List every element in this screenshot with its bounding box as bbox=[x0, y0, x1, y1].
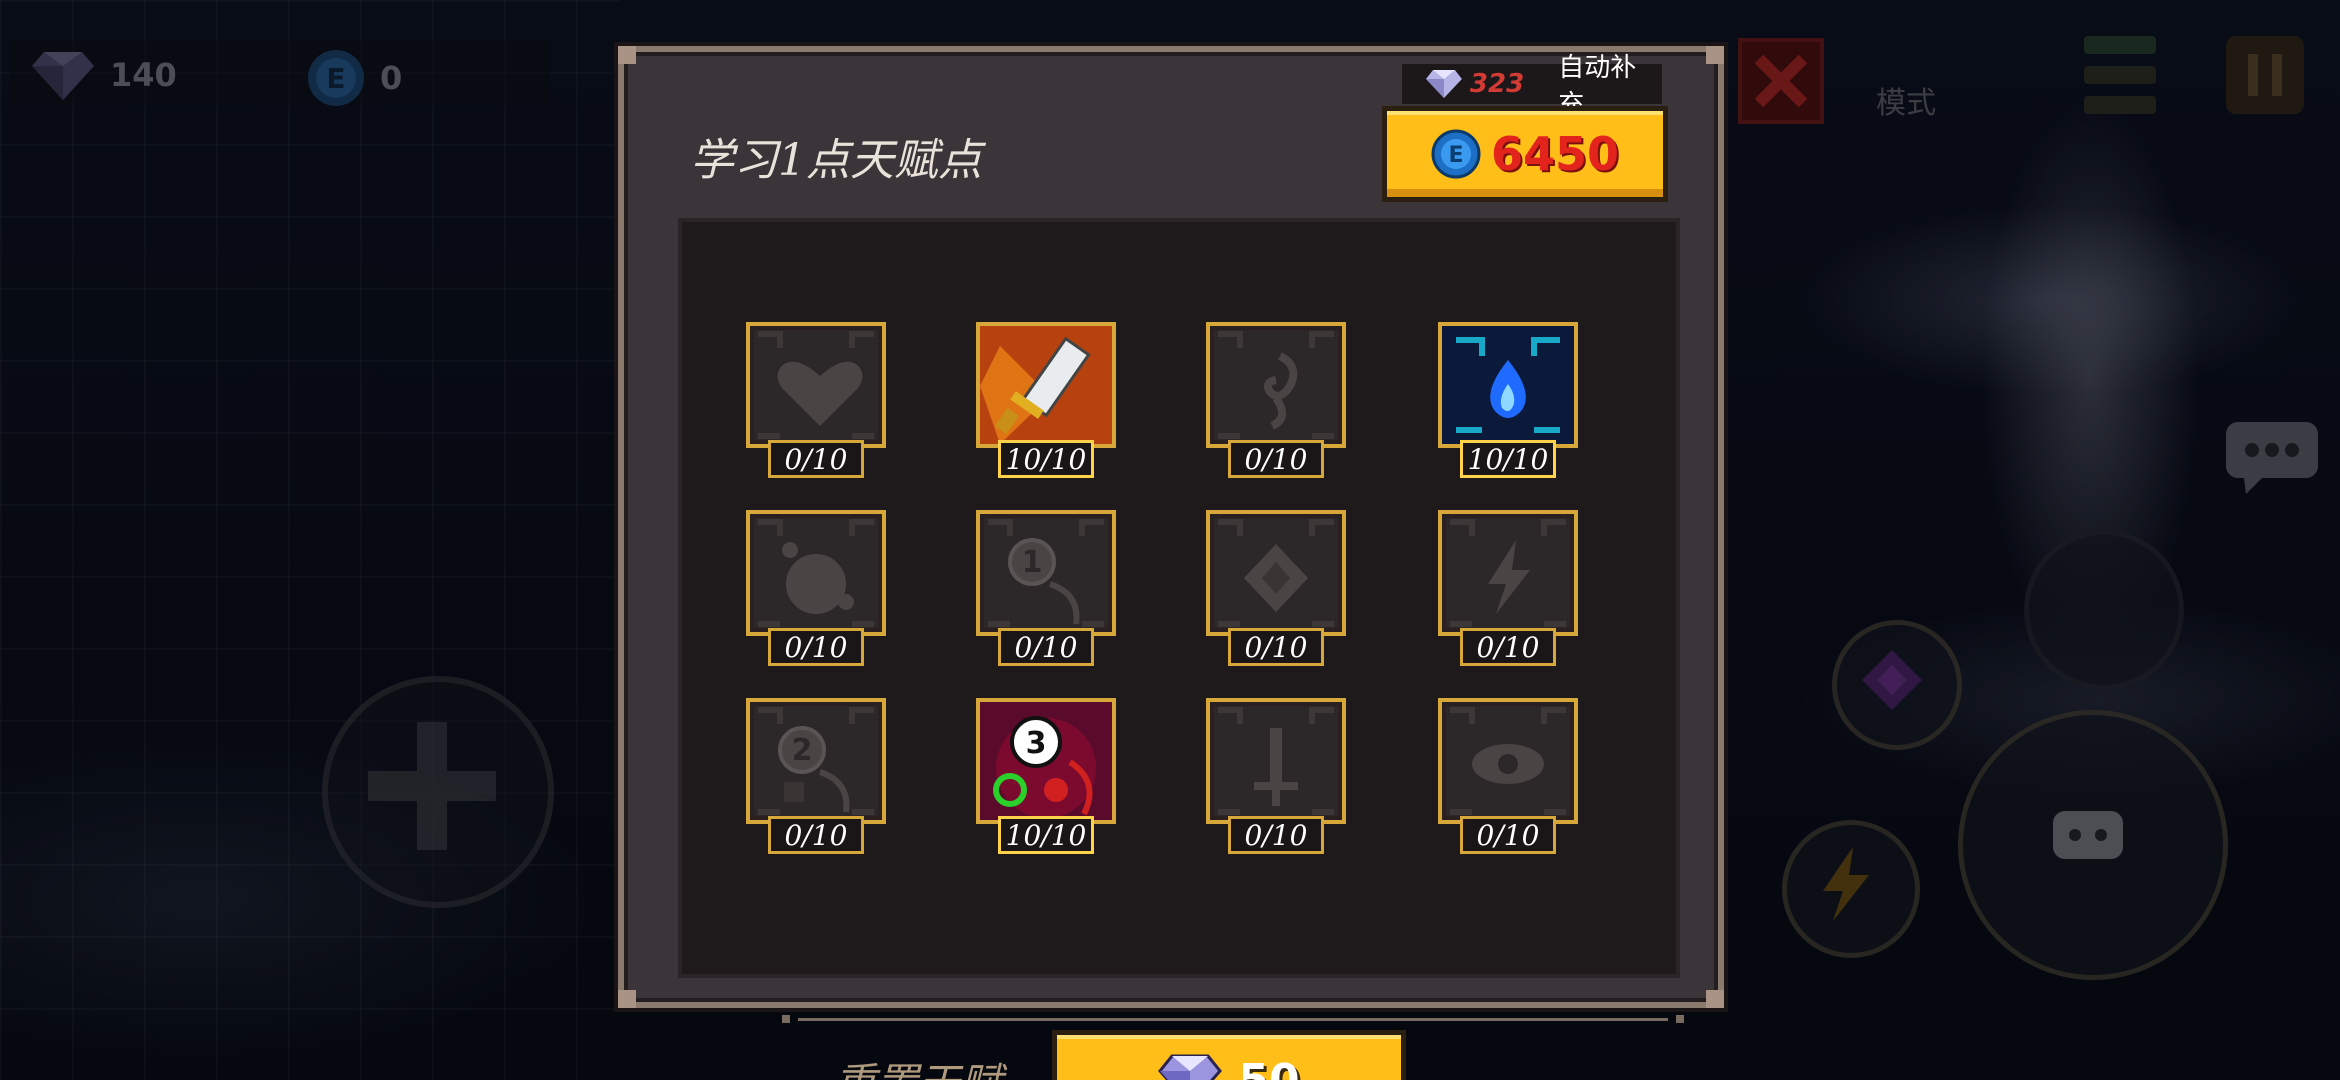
talent-icon-frame: 1 bbox=[976, 510, 1116, 636]
learn-cost: 6450 bbox=[1490, 127, 1620, 181]
talent-icon-frame: 3 bbox=[976, 698, 1116, 824]
talent-level-count: 0/10 bbox=[1228, 816, 1324, 854]
svg-text:2: 2 bbox=[792, 733, 813, 768]
talent-slot[interactable]: 0/10 bbox=[1206, 322, 1346, 478]
sword-icon bbox=[980, 326, 1112, 444]
talent-level-count: 0/10 bbox=[1460, 816, 1556, 854]
talent-icon-frame bbox=[1438, 698, 1578, 824]
modal-title: 学习1点天赋点 bbox=[690, 135, 982, 186]
coin-icon: E bbox=[1431, 129, 1481, 179]
eye-icon bbox=[1450, 707, 1566, 815]
talent-level-count: 10/10 bbox=[998, 440, 1094, 478]
svg-text:3: 3 bbox=[1026, 726, 1047, 761]
slot-three-icon: 3 bbox=[980, 702, 1112, 820]
talent-icon-frame bbox=[1438, 322, 1578, 448]
gem-icon bbox=[1425, 70, 1462, 98]
diamond-shield-icon bbox=[1218, 519, 1334, 627]
talent-level-count: 10/10 bbox=[1460, 440, 1556, 478]
learn-talent-button[interactable]: E 6450 bbox=[1382, 106, 1668, 202]
svg-text:E: E bbox=[1448, 143, 1463, 168]
talent-modal: 323 自动补充 学习1点天赋点 E 6450 0/10 10/10 0/10 10/… bbox=[618, 46, 1724, 1080]
talent-level-count: 10/10 bbox=[998, 816, 1094, 854]
talent-slot[interactable]: 0/10 bbox=[1438, 698, 1578, 854]
talent-slot[interactable]: 0/10 bbox=[746, 322, 886, 478]
talent-grid: 0/10 10/10 0/10 10/10 0/10 1 0/10 0/10 0/10 2 0/10… bbox=[678, 218, 1684, 1080]
talent-icon-frame bbox=[746, 322, 886, 448]
talent-icon-frame bbox=[1206, 698, 1346, 824]
swirl-icon bbox=[1218, 331, 1334, 439]
dagger-icon bbox=[1218, 707, 1334, 815]
section-divider bbox=[782, 1015, 1684, 1023]
lightning-icon bbox=[1450, 519, 1566, 627]
talent-slot[interactable]: 2 0/10 bbox=[746, 698, 886, 854]
talent-icon-frame bbox=[1438, 510, 1578, 636]
talent-level-count: 0/10 bbox=[1228, 440, 1324, 478]
talent-icon-frame bbox=[1206, 322, 1346, 448]
talent-level-count: 0/10 bbox=[768, 628, 864, 666]
talent-slot[interactable]: 0/10 bbox=[1438, 510, 1578, 666]
talent-level-count: 0/10 bbox=[1228, 628, 1324, 666]
talent-slot[interactable]: 10/10 bbox=[976, 322, 1116, 478]
autofill-bar[interactable]: 323 自动补充 bbox=[1402, 53, 1662, 120]
frame-corner bbox=[618, 46, 636, 64]
reset-talent-button[interactable]: 50 bbox=[1052, 1030, 1406, 1080]
talent-slot[interactable]: 0/10 bbox=[1206, 510, 1346, 666]
frame-corner bbox=[1706, 990, 1724, 1008]
blue-flame-icon bbox=[1442, 326, 1574, 444]
talent-level-count: 0/10 bbox=[768, 440, 864, 478]
frame-corner bbox=[1706, 46, 1724, 64]
talent-icon-frame bbox=[1206, 510, 1346, 636]
talent-slot[interactable]: 3 10/10 bbox=[976, 698, 1116, 854]
talent-icon-frame bbox=[976, 322, 1116, 448]
reset-talent-label: 重置天赋 bbox=[834, 1050, 1002, 1080]
talent-icon-frame: 2 bbox=[746, 698, 886, 824]
heart-icon bbox=[758, 331, 874, 439]
gem-icon bbox=[1158, 1054, 1223, 1080]
talent-level-count: 0/10 bbox=[768, 816, 864, 854]
talent-icon-frame bbox=[746, 510, 886, 636]
talent-slot[interactable]: 0/10 bbox=[1206, 698, 1346, 854]
talent-slot[interactable]: 10/10 bbox=[1438, 322, 1578, 478]
gem-balance: 323 bbox=[1469, 69, 1525, 99]
talent-slot[interactable]: 1 0/10 bbox=[976, 510, 1116, 666]
talent-slot[interactable]: 0/10 bbox=[746, 510, 886, 666]
frame-corner bbox=[618, 990, 636, 1008]
slot-two-icon: 2 bbox=[758, 707, 874, 815]
slot-one-icon: 1 bbox=[988, 519, 1104, 627]
talent-level-count: 0/10 bbox=[998, 628, 1094, 666]
reset-cost: 50 bbox=[1238, 1054, 1300, 1080]
sparkle-orb-icon bbox=[758, 519, 874, 627]
talent-level-count: 0/10 bbox=[1460, 628, 1556, 666]
svg-text:1: 1 bbox=[1022, 545, 1043, 580]
game-screen: 140 E 0 模式 323 自动补充 学习1点天赋点 E 6450 0/10 … bbox=[0, 0, 2340, 1080]
